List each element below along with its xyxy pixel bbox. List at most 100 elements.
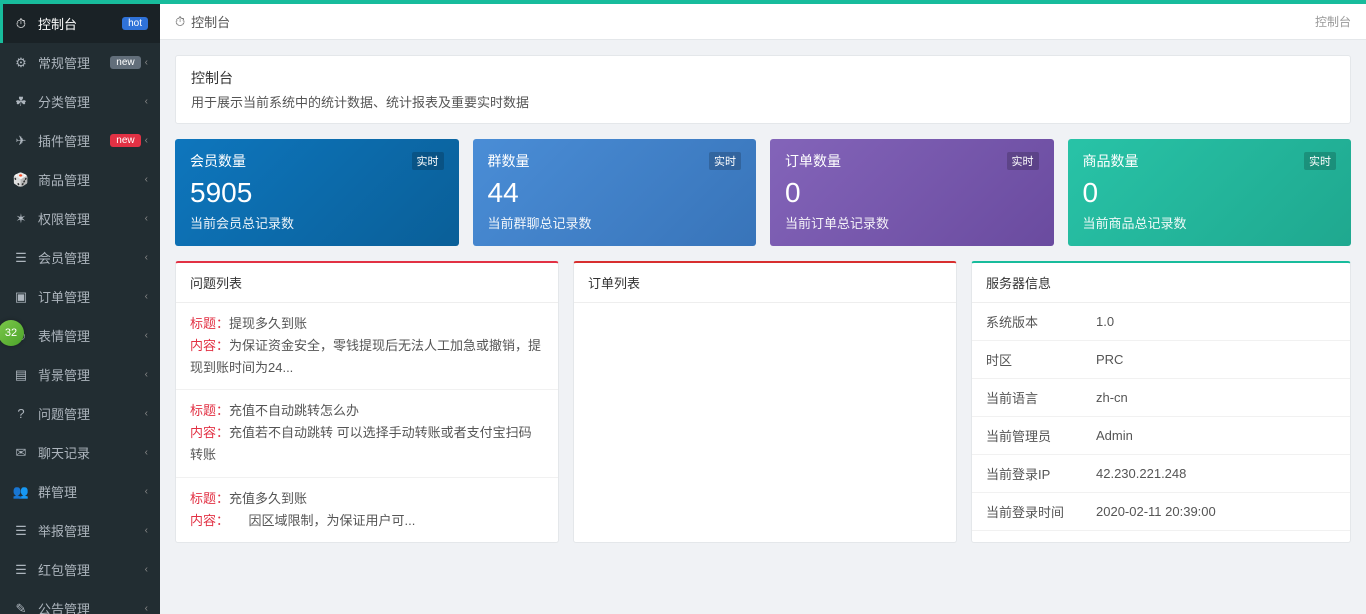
menu-icon: ? <box>12 407 30 421</box>
questions-body: 标题：提现多久到账内容：为保证资金安全，零钱提现后无法人工加急或撤销，提现到账时… <box>176 303 558 542</box>
sidebar-item-15[interactable]: ✎ 公告管理 ‹ <box>0 589 160 614</box>
sidebar-item-6[interactable]: ☰ 会员管理 ‹ <box>0 238 160 277</box>
menu-icon: 🎲 <box>12 173 30 187</box>
title-label: 标题： <box>190 403 229 418</box>
dashboard-icon: ⏱ <box>175 14 185 30</box>
sidebar-item-8[interactable]: ☺表情管理‹ <box>0 316 160 355</box>
info-key: 当前登录时间 <box>972 493 1082 531</box>
question-title: 提现多久到账 <box>229 316 307 331</box>
stat-value: 0 <box>785 177 1039 209</box>
chevron-left-icon: ‹ <box>145 486 148 497</box>
info-value: 42.230.221.248 <box>1082 455 1350 493</box>
sidebar-item-label: 商品管理 <box>38 170 141 189</box>
sidebar-item-3[interactable]: ✈插件管理new‹ <box>0 121 160 160</box>
live-badge: 实时 <box>1007 152 1039 170</box>
sidebar-item-label: 群管理 <box>38 482 141 501</box>
menu-icon: ☰ <box>12 251 30 265</box>
stat-card-0[interactable]: 会员数量实时5905当前会员总记录数 <box>175 139 459 246</box>
sidebar-item-12[interactable]: 👥群管理‹ <box>0 472 160 511</box>
chevron-left-icon: ‹ <box>145 603 148 614</box>
stat-card-2[interactable]: 订单数量实时0当前订单总记录数 <box>770 139 1054 246</box>
stats-row: 会员数量实时5905当前会员总记录数群数量实时44当前群聊总记录数订单数量实时0… <box>175 139 1351 246</box>
sidebar-item-1[interactable]: ⚙ 常规管理new ‹ <box>0 43 160 82</box>
table-row: 当前管理员Admin <box>972 417 1350 455</box>
menu-icon: ☰ <box>12 524 30 538</box>
live-badge: 实时 <box>1304 152 1336 170</box>
info-key: 当前登录IP <box>972 455 1082 493</box>
sidebar-item-5[interactable]: ✶权限管理‹ <box>0 199 160 238</box>
stat-label: 群数量 <box>488 151 530 171</box>
sidebar-item-0[interactable]: ⏱控制台hot <box>0 4 160 43</box>
panel-title: 订单列表 <box>574 263 956 303</box>
chevron-left-icon: ‹ <box>145 330 148 341</box>
sidebar-item-13[interactable]: ☰举报管理‹ <box>0 511 160 550</box>
sidebar-item-10[interactable]: ?问题管理‹ <box>0 394 160 433</box>
stat-card-1[interactable]: 群数量实时44当前群聊总记录数 <box>473 139 757 246</box>
server-body: 系统版本1.0时区PRC当前语言zh-cn当前管理员Admin当前登录IP42.… <box>972 303 1350 531</box>
stat-value: 0 <box>1083 177 1337 209</box>
stat-label: 商品数量 <box>1083 151 1139 171</box>
sidebar-item-9[interactable]: ▤背景管理‹ <box>0 355 160 394</box>
sidebar-item-label: 插件管理 <box>38 131 110 150</box>
sidebar-item-label: 红包管理 <box>38 560 141 579</box>
sidebar-item-11[interactable]: ✉聊天记录‹ <box>0 433 160 472</box>
chevron-left-icon: ‹ <box>145 174 148 185</box>
stat-desc: 当前商品总记录数 <box>1083 213 1337 232</box>
stat-label: 会员数量 <box>190 151 246 171</box>
top-accent-bar <box>0 0 1366 4</box>
stat-card-3[interactable]: 商品数量 实时 0 当前商品总记录数 <box>1068 139 1352 246</box>
server-info-table: 系统版本1.0时区PRC当前语言zh-cn当前管理员Admin当前登录IP42.… <box>972 303 1350 531</box>
info-key: 当前管理员 <box>972 417 1082 455</box>
breadcrumb-home[interactable]: 控制台 <box>191 12 230 31</box>
question-content: 充值若不自动跳转 可以选择手动转账或者支付宝扫码转账 <box>190 425 532 462</box>
live-badge: 实时 <box>412 152 444 170</box>
main-area: ⏱ 控制台 控制台 控制台 用于展示当前系统中的统计数据、统计报表及重要实时数据… <box>160 0 1366 558</box>
menu-icon: ☘ <box>12 95 30 109</box>
question-content: 因区域限制，为保证用户可... <box>223 513 416 528</box>
sidebar: ⏱控制台hot⚙常规管理new‹☘分类管理‹✈插件管理new‹🎲商品管理‹✶权限… <box>0 4 160 614</box>
sidebar-item-label: 问题管理 <box>38 404 141 423</box>
question-item[interactable]: 标题：提现多久到账内容：为保证资金安全，零钱提现后无法人工加急或撤销，提现到账时… <box>176 303 558 390</box>
sidebar-item-label: 表情管理 <box>38 326 141 345</box>
sidebar-item-label: 会员管理 <box>38 248 141 267</box>
sidebar-item-label: 常规管理 <box>38 53 110 72</box>
chevron-left-icon: ‹ <box>145 252 148 263</box>
question-title: 充值不自动跳转怎么办 <box>229 403 359 418</box>
info-value: zh-cn <box>1082 379 1350 417</box>
info-key: 当前语言 <box>972 379 1082 417</box>
question-item[interactable]: 标题：充值不自动跳转怎么办内容：充值若不自动跳转 可以选择手动转账或者支付宝扫码… <box>176 390 558 477</box>
chevron-left-icon: ‹ <box>145 135 148 146</box>
server-info-panel: 服务器信息 系统版本1.0时区PRC当前语言zh-cn当前管理员Admin当前登… <box>971 261 1351 543</box>
sidebar-item-2[interactable]: ☘分类管理‹ <box>0 82 160 121</box>
sidebar-item-14[interactable]: ☰红包管理‹ <box>0 550 160 589</box>
sidebar-item-4[interactable]: 🎲 商品管理 ‹ <box>0 160 160 199</box>
table-row: 当前登录IP42.230.221.248 <box>972 455 1350 493</box>
welcome-title: 控制台 <box>191 68 1335 88</box>
info-value: Admin <box>1082 417 1350 455</box>
sidebar-badge: hot <box>122 17 148 30</box>
question-item[interactable]: 标题：充值多久到账内容： 因区域限制，为保证用户可... <box>176 478 558 542</box>
table-row: 时区PRC <box>972 341 1350 379</box>
menu-icon: ▤ <box>12 368 30 382</box>
chevron-left-icon: ‹ <box>145 57 148 68</box>
sidebar-item-label: 分类管理 <box>38 92 141 111</box>
orders-panel: 订单列表 <box>573 261 957 543</box>
questions-panel: 问题列表 标题：提现多久到账内容：为保证资金安全，零钱提现后无法人工加急或撤销，… <box>175 261 559 543</box>
table-row: 当前语言zh-cn <box>972 379 1350 417</box>
stat-value: 44 <box>488 177 742 209</box>
sidebar-item-label: 订单管理 <box>38 287 141 306</box>
panel-title: 服务器信息 <box>972 263 1350 303</box>
sidebar-item-label: 公告管理 <box>38 599 141 614</box>
sidebar-badge: new <box>110 56 140 69</box>
info-value: 1.0 <box>1082 303 1350 341</box>
welcome-subtitle: 用于展示当前系统中的统计数据、统计报表及重要实时数据 <box>191 92 1335 111</box>
chevron-left-icon: ‹ <box>145 369 148 380</box>
sidebar-item-label: 举报管理 <box>38 521 141 540</box>
info-value: PRC <box>1082 341 1350 379</box>
chevron-left-icon: ‹ <box>145 213 148 224</box>
chevron-left-icon: ‹ <box>145 291 148 302</box>
menu-icon: ✎ <box>12 602 30 614</box>
sidebar-item-7[interactable]: ▣订单管理‹ <box>0 277 160 316</box>
chevron-left-icon: ‹ <box>145 447 148 458</box>
menu-icon: ⚙ <box>12 56 30 70</box>
